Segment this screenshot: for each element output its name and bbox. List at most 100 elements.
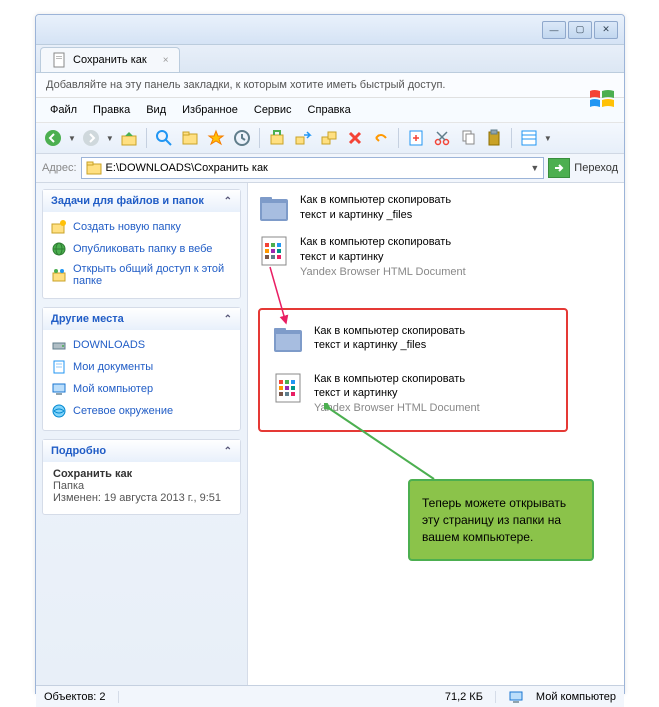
file-type-label: Yandex Browser HTML Document bbox=[300, 265, 466, 280]
file-name-line2: текст и картинку bbox=[300, 250, 466, 265]
search-button[interactable] bbox=[153, 127, 175, 149]
callout-item-html: Как в компьютер скопировать текст и карт… bbox=[272, 372, 554, 417]
menu-help[interactable]: Справка bbox=[302, 102, 357, 118]
sidebar-places: Другие места ⌃ DOWNLOADS Мои документы М… bbox=[42, 307, 241, 431]
address-dropdown[interactable]: ▼ bbox=[530, 163, 539, 173]
toolbar: ▼ ▼ ▼ bbox=[36, 123, 624, 154]
move-button[interactable] bbox=[292, 127, 314, 149]
status-objects: Объектов: 2 bbox=[44, 691, 119, 703]
sidebar-details-title: Подробно bbox=[51, 445, 106, 457]
back-button[interactable] bbox=[42, 127, 64, 149]
network-icon bbox=[51, 403, 67, 419]
sidebar-details-header[interactable]: Подробно ⌃ bbox=[43, 440, 240, 462]
sidebar-item-share[interactable]: Открыть общий доступ к этой папке bbox=[49, 260, 234, 290]
window-titlebar[interactable]: — ▢ ✕ bbox=[36, 15, 624, 45]
file-name-line1: Как в компьютер скопировать bbox=[300, 235, 466, 250]
sidebar-item-label: Открыть общий доступ к этой папке bbox=[73, 263, 232, 287]
forward-button[interactable] bbox=[80, 127, 102, 149]
delete-button[interactable] bbox=[344, 127, 366, 149]
address-bar: Адрес: E:\DOWNLOADS\Сохранить как ▼ Пере… bbox=[36, 154, 624, 183]
back-dropdown[interactable]: ▼ bbox=[68, 134, 76, 143]
computer-icon bbox=[508, 689, 524, 705]
new-folder-icon bbox=[51, 219, 67, 235]
copy-button[interactable] bbox=[318, 127, 340, 149]
close-button[interactable]: ✕ bbox=[594, 21, 618, 39]
bookmark-bar: Добавляйте на эту панель закладки, к кот… bbox=[36, 73, 624, 98]
sidebar-item-new-folder[interactable]: Создать новую папку bbox=[49, 216, 234, 238]
menu-favorites[interactable]: Избранное bbox=[176, 102, 244, 118]
minimize-button[interactable]: — bbox=[542, 21, 566, 39]
file-item-folder[interactable]: Как в компьютер скопировать текст и карт… bbox=[258, 193, 614, 225]
documents-icon bbox=[51, 359, 67, 375]
sidebar-item-network[interactable]: Сетевое окружение bbox=[49, 400, 234, 422]
history-button[interactable] bbox=[231, 127, 253, 149]
details-name: Сохранить как bbox=[53, 468, 230, 480]
content-area: Задачи для файлов и папок ⌃ Создать нову… bbox=[36, 183, 624, 685]
callout-item-folder: Как в компьютер скопировать текст и карт… bbox=[272, 324, 554, 356]
properties-button[interactable] bbox=[405, 127, 427, 149]
sidebar-details: Подробно ⌃ Сохранить как Папка Изменен: … bbox=[42, 439, 241, 515]
file-name-line2: текст и картинку bbox=[314, 386, 480, 401]
maximize-button[interactable]: ▢ bbox=[568, 21, 592, 39]
computer-icon bbox=[51, 381, 67, 397]
file-name-line1: Как в компьютер скопировать bbox=[314, 372, 480, 387]
folders-button[interactable] bbox=[179, 127, 201, 149]
sidebar-tasks: Задачи для файлов и папок ⌃ Создать нову… bbox=[42, 189, 241, 299]
menu-file[interactable]: Файл bbox=[44, 102, 83, 118]
menu-view[interactable]: Вид bbox=[140, 102, 172, 118]
chevron-up-icon: ⌃ bbox=[224, 314, 232, 325]
cut-button[interactable] bbox=[431, 127, 453, 149]
share-icon bbox=[51, 267, 67, 283]
address-input[interactable]: E:\DOWNLOADS\Сохранить как ▼ bbox=[81, 157, 545, 179]
views-dropdown[interactable]: ▼ bbox=[544, 134, 552, 143]
sidebar-places-title: Другие места bbox=[51, 313, 124, 325]
views-button[interactable] bbox=[518, 127, 540, 149]
menu-tools[interactable]: Сервис bbox=[248, 102, 298, 118]
go-label: Переход bbox=[574, 162, 618, 174]
sidebar-item-documents[interactable]: Мои документы bbox=[49, 356, 234, 378]
file-item-html[interactable]: Как в компьютер скопировать текст и карт… bbox=[258, 235, 614, 280]
annotation-callout: Как в компьютер скопировать текст и карт… bbox=[258, 308, 568, 433]
sidebar-item-downloads[interactable]: DOWNLOADS bbox=[49, 334, 234, 356]
forward-dropdown[interactable]: ▼ bbox=[106, 134, 114, 143]
sync-button[interactable] bbox=[266, 127, 288, 149]
file-name-line1: Как в компьютер скопировать bbox=[300, 193, 451, 208]
chevron-up-icon: ⌃ bbox=[224, 196, 232, 207]
sidebar-item-publish[interactable]: Опубликовать папку в вебе bbox=[49, 238, 234, 260]
file-name-line2: текст и картинку _files bbox=[314, 338, 465, 353]
folder-large-icon bbox=[272, 324, 304, 356]
status-location: Мой компьютер bbox=[536, 691, 616, 703]
browser-tabbar: Сохранить как × bbox=[36, 45, 624, 73]
sidebar-item-computer[interactable]: Мой компьютер bbox=[49, 378, 234, 400]
tab-close-icon[interactable]: × bbox=[163, 55, 169, 66]
paste-button[interactable] bbox=[483, 127, 505, 149]
details-type: Папка bbox=[53, 480, 230, 492]
go-button[interactable] bbox=[548, 158, 570, 178]
up-button[interactable] bbox=[118, 127, 140, 149]
status-size: 71,2 КБ bbox=[445, 691, 496, 703]
address-label: Адрес: bbox=[42, 162, 77, 174]
sidebar-places-header[interactable]: Другие места ⌃ bbox=[43, 308, 240, 330]
arrow-right-icon bbox=[553, 162, 565, 174]
folder-large-icon bbox=[258, 193, 290, 225]
page-icon bbox=[51, 52, 67, 68]
address-value: E:\DOWNLOADS\Сохранить как bbox=[106, 162, 268, 174]
chevron-up-icon: ⌃ bbox=[224, 446, 232, 457]
annotation-text: Теперь можете открывать эту страницу из … bbox=[422, 496, 566, 544]
details-modified: Изменен: 19 августа 2013 г., 9:51 bbox=[53, 492, 230, 504]
tab-title: Сохранить как bbox=[73, 54, 147, 66]
drive-icon bbox=[51, 337, 67, 353]
globe-icon bbox=[51, 241, 67, 257]
sidebar-tasks-header[interactable]: Задачи для файлов и папок ⌃ bbox=[43, 190, 240, 212]
menu-edit[interactable]: Правка bbox=[87, 102, 136, 118]
favorites-button[interactable] bbox=[205, 127, 227, 149]
tab-active[interactable]: Сохранить как × bbox=[40, 47, 180, 72]
copy2-button[interactable] bbox=[457, 127, 479, 149]
file-pane[interactable]: Как в компьютер скопировать текст и карт… bbox=[248, 183, 624, 685]
folder-icon bbox=[86, 160, 102, 176]
sidebar-item-label: Опубликовать папку в вебе bbox=[73, 243, 212, 255]
windows-logo-icon bbox=[588, 87, 616, 111]
undo-button[interactable] bbox=[370, 127, 392, 149]
annotation-text-box: Теперь можете открывать эту страницу из … bbox=[408, 479, 594, 561]
menubar: Файл Правка Вид Избранное Сервис Справка bbox=[36, 98, 624, 123]
